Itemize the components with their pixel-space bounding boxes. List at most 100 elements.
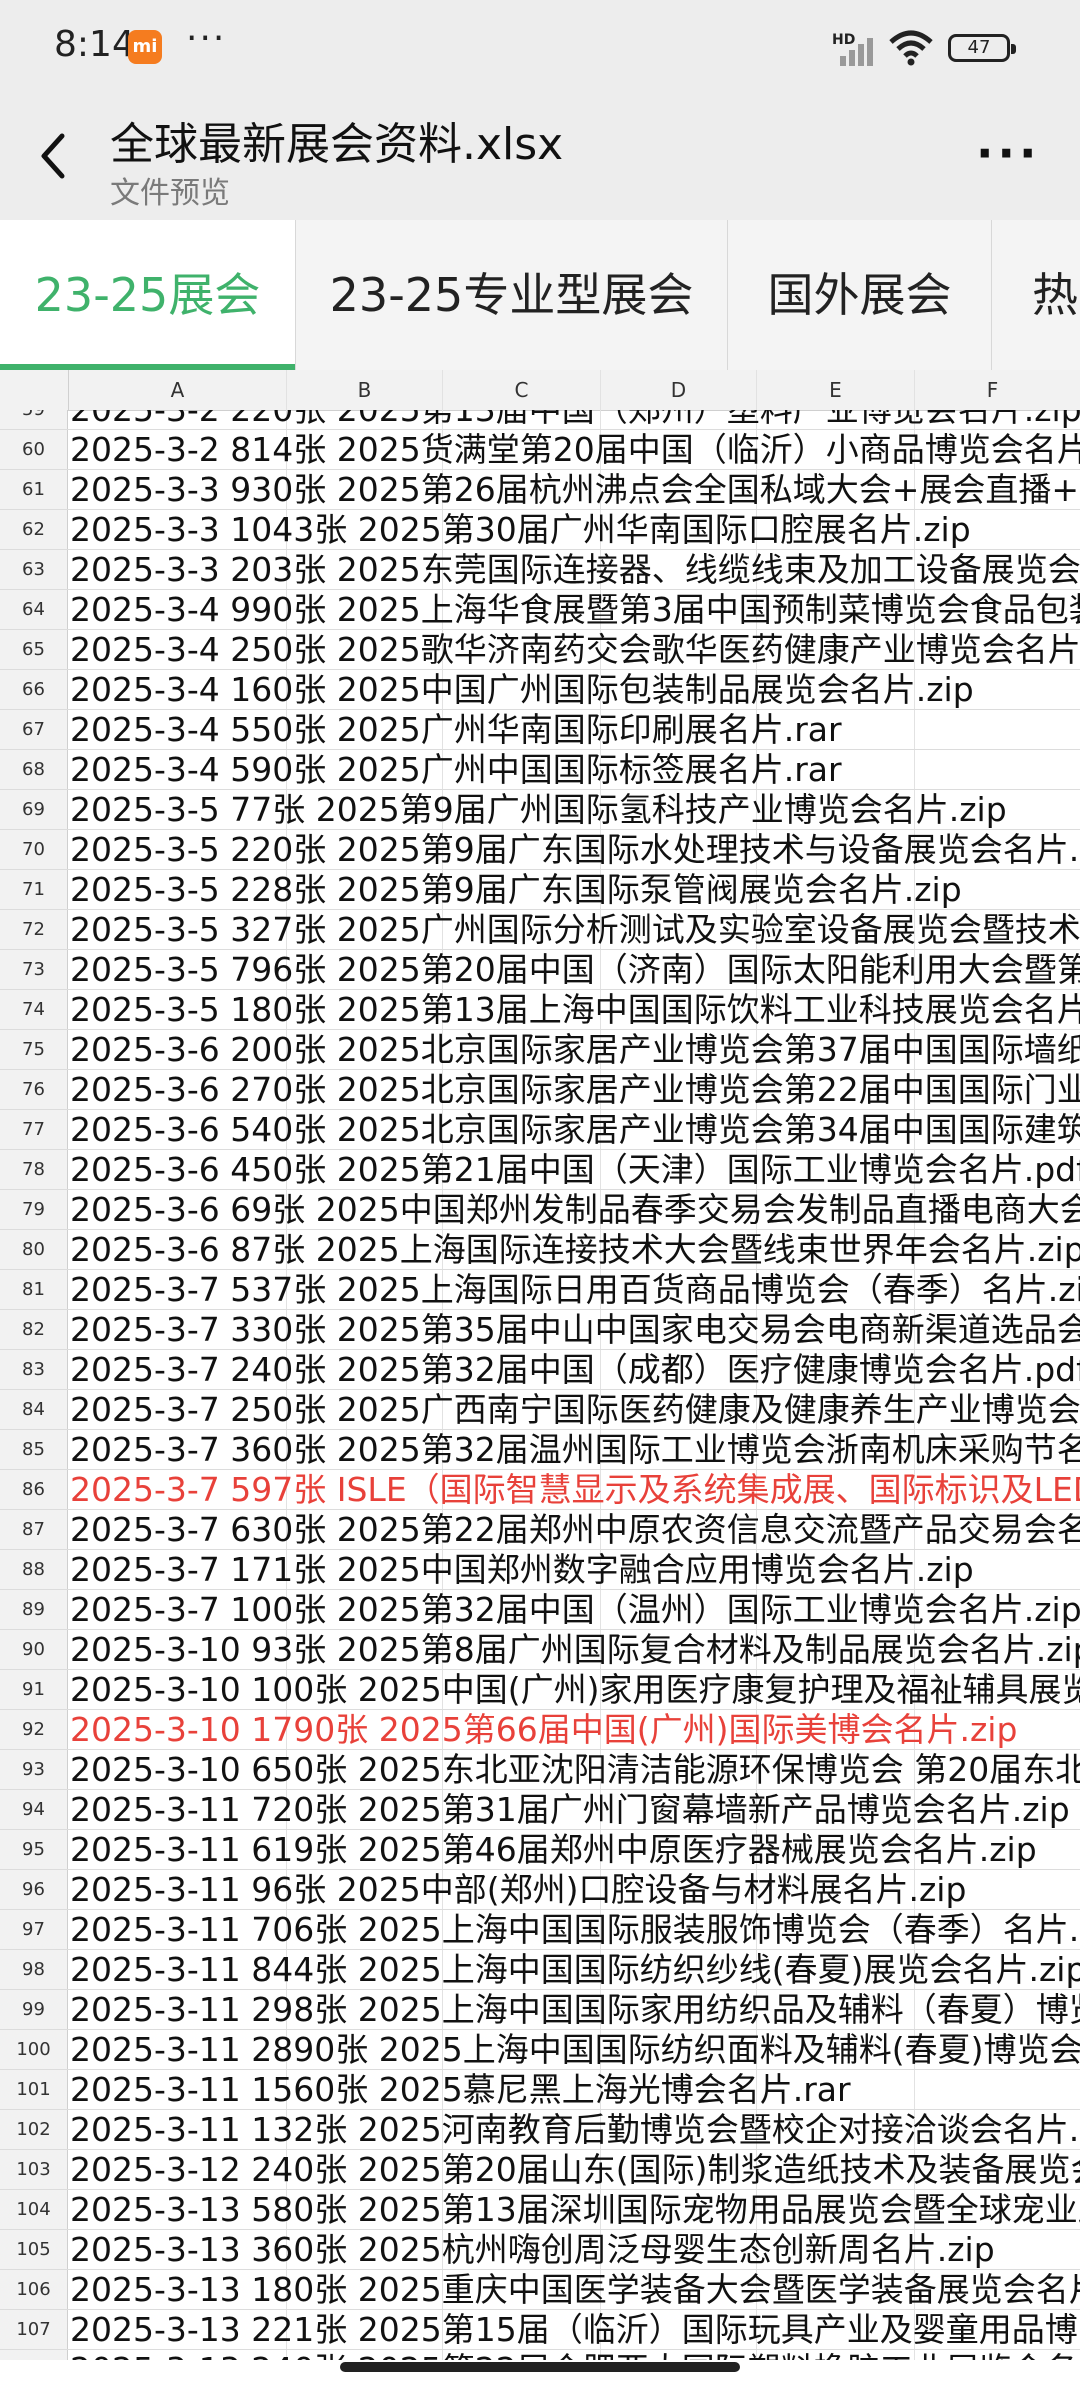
table-row[interactable]: 62 2025-3-3 1043张 2025第30届广州华南国际口腔展名片.zip <box>0 510 1080 550</box>
table-row[interactable]: 68 2025-3-4 590张 2025广州中国国际标签展名片.rar <box>0 750 1080 790</box>
cell-a[interactable]: 2025-3-5 180张 2025第13届上海中国国际饮料工业科技展览会名片.… <box>70 990 1080 1030</box>
cell-a[interactable]: 2025-3-6 270张 2025北京国际家居产业博览会第22届中国国际门业暨… <box>70 1070 1080 1110</box>
column-header-e[interactable]: E <box>756 370 914 410</box>
table-row[interactable]: 64 2025-3-4 990张 2025上海华食展暨第3届中国预制菜博览会食品包… <box>0 590 1080 630</box>
table-row[interactable]: 75 2025-3-6 200张 2025北京国际家居产业博览会第37届中国国际墙… <box>0 1030 1080 1070</box>
cell-a[interactable]: 2025-3-7 330张 2025第35届中山中国家电交易会电商新渠道选品会名… <box>70 1310 1080 1350</box>
cell-a[interactable]: 2025-3-2 814张 2025货满堂第20届中国（临沂）小商品博览会名片.… <box>70 430 1080 470</box>
cell-a[interactable]: 2025-3-11 706张 2025上海中国国际服装服饰博览会（春季）名片.z… <box>70 1910 1080 1950</box>
cell-a[interactable]: 2025-3-3 203张 2025东莞国际连接器、线缆线束及加工设备展览会名片 <box>70 550 1080 590</box>
tab-hot[interactable]: 热 <box>992 220 1080 370</box>
cell-a[interactable]: 2025-3-13 221张 2025第15届（临沂）国际玩具产业及婴童用品博览… <box>70 2310 1080 2350</box>
cell-a[interactable]: 2025-3-5 327张 2025广州国际分析测试及实验室设备展览会暨技术研讨 <box>70 910 1080 950</box>
row-number[interactable]: 77 <box>0 1110 68 1149</box>
row-number[interactable]: 101 <box>0 2070 68 2109</box>
table-row[interactable]: 105 2025-3-13 360张 2025杭州嗨创周泛母婴生态创新周名片.zi… <box>0 2230 1080 2270</box>
more-options-button[interactable]: ··· <box>976 126 1040 180</box>
cell-a[interactable]: 2025-3-11 298张 2025上海中国国际家用纺织品及辅料（春夏）博览会… <box>70 1990 1080 2030</box>
row-number[interactable]: 82 <box>0 1310 68 1349</box>
row-number[interactable]: 85 <box>0 1430 68 1469</box>
cell-a[interactable]: 2025-3-13 180张 2025重庆中国医学装备大会暨医学装备展览会名片.… <box>70 2270 1080 2310</box>
row-number[interactable]: 68 <box>0 750 68 789</box>
cell-a[interactable]: 2025-3-13 580张 2025第13届深圳国际宠物用品展览会暨全球宠业跨… <box>70 2190 1080 2230</box>
cell-a[interactable]: 2025-3-4 550张 2025广州华南国际印刷展名片.rar <box>70 710 842 750</box>
tab-23-25-professional[interactable]: 23-25专业型展会 <box>296 220 728 370</box>
table-row[interactable]: 82 2025-3-7 330张 2025第35届中山中国家电交易会电商新渠道选品… <box>0 1310 1080 1350</box>
cell-a[interactable]: 2025-3-6 200张 2025北京国际家居产业博览会第37届中国国际墙纸墙… <box>70 1030 1080 1070</box>
cell-a[interactable]: 2025-3-13 240张 2025第22届合肥亚太国际塑料橡胶工业展览会名片… <box>70 2350 1080 2360</box>
row-number[interactable]: 61 <box>0 470 68 509</box>
table-row[interactable]: 91 2025-3-10 100张 2025中国(广州)家用医疗康复护理及福祉辅具… <box>0 1670 1080 1710</box>
cell-a[interactable]: 2025-3-7 100张 2025第32届中国（温州）国际工业博览会名片.zi… <box>70 1590 1080 1630</box>
cell-a[interactable]: 2025-3-11 1560张 2025慕尼黑上海光博会名片.rar <box>70 2070 851 2110</box>
table-row[interactable]: 74 2025-3-5 180张 2025第13届上海中国国际饮料工业科技展览会名… <box>0 990 1080 1030</box>
row-number[interactable]: 78 <box>0 1150 68 1189</box>
row-number[interactable]: 66 <box>0 670 68 709</box>
table-row[interactable]: 66 2025-3-4 160张 2025中国广州国际包装制品展览会名片.zip <box>0 670 1080 710</box>
table-row[interactable]: 98 2025-3-11 844张 2025上海中国国际纺织纱线(春夏)展览会名片… <box>0 1950 1080 1990</box>
table-row[interactable]: 73 2025-3-5 796张 2025第20届中国（济南）国际太阳能利用大会暨… <box>0 950 1080 990</box>
table-row[interactable]: 85 2025-3-7 360张 2025第32届温州国际工业博览会浙南机床采购节… <box>0 1430 1080 1470</box>
row-number[interactable]: 108 <box>0 2350 68 2360</box>
cell-a[interactable]: 2025-3-11 132张 2025河南教育后勤博览会暨校企对接洽谈会名片.z… <box>70 2110 1080 2150</box>
row-number[interactable]: 95 <box>0 1830 68 1869</box>
home-indicator[interactable] <box>340 2362 740 2372</box>
back-arrow-icon[interactable] <box>30 126 80 186</box>
row-number[interactable]: 84 <box>0 1390 68 1429</box>
row-number[interactable]: 94 <box>0 1790 68 1829</box>
cell-a[interactable]: 2025-3-10 1790张 2025第66届中国(广州)国际美博会名片.zi… <box>70 1710 1017 1750</box>
row-number[interactable]: 86 <box>0 1470 68 1509</box>
row-number[interactable]: 75 <box>0 1030 68 1069</box>
row-number[interactable]: 69 <box>0 790 68 829</box>
row-number[interactable]: 70 <box>0 830 68 869</box>
row-number[interactable]: 71 <box>0 870 68 909</box>
table-row[interactable]: 61 2025-3-3 930张 2025第26届杭州沸点会全国私域大会+展会直播… <box>0 470 1080 510</box>
column-header-c[interactable]: C <box>442 370 600 410</box>
table-row[interactable]: 104 2025-3-13 580张 2025第13届深圳国际宠物用品展览会暨全球… <box>0 2190 1080 2230</box>
table-row[interactable]: 60 2025-3-2 814张 2025货满堂第20届中国（临沂）小商品博览会名… <box>0 430 1080 470</box>
table-row[interactable]: 69 2025-3-5 77张 2025第9届广州国际氢科技产业博览会名片.zip <box>0 790 1080 830</box>
table-row[interactable]: 97 2025-3-11 706张 2025上海中国国际服装服饰博览会（春季）名片… <box>0 1910 1080 1950</box>
cell-a[interactable]: 2025-3-7 630张 2025第22届郑州中原农资信息交流暨产品交易会名片… <box>70 1510 1080 1550</box>
row-number[interactable]: 104 <box>0 2190 68 2229</box>
row-number[interactable]: 107 <box>0 2310 68 2349</box>
row-number[interactable]: 74 <box>0 990 68 1029</box>
cell-a[interactable]: 2025-3-6 540张 2025北京国际家居产业博览会第34届中国国际建筑装… <box>70 1110 1080 1150</box>
table-row[interactable]: 95 2025-3-11 619张 2025第46届郑州中原医疗器械展览会名片.z… <box>0 1830 1080 1870</box>
table-row[interactable]: 94 2025-3-11 720张 2025第31届广州门窗幕墙新产品博览会名片.… <box>0 1790 1080 1830</box>
cell-a[interactable]: 2025-3-4 250张 2025歌华济南药交会歌华医药健康产业博览会名片.z… <box>70 630 1080 670</box>
cell-a[interactable]: 2025-3-7 597张 ISLE（国际智慧显示及系统集成展、国际标识及LED… <box>70 1470 1080 1510</box>
table-row[interactable]: 96 2025-3-11 96张 2025中部(郑州)口腔设备与材料展名片.zip <box>0 1870 1080 1910</box>
table-row[interactable]: 86 2025-3-7 597张 ISLE（国际智慧显示及系统集成展、国际标识及L… <box>0 1470 1080 1510</box>
cell-a[interactable]: 2025-3-13 360张 2025杭州嗨创周泛母婴生态创新周名片.zip <box>70 2230 995 2270</box>
cell-a[interactable]: 2025-3-6 87张 2025上海国际连接技术大会暨线束世界年会名片.zip <box>70 1230 1080 1270</box>
table-row[interactable]: 78 2025-3-6 450张 2025第21届中国（天津）国际工业博览会名片.… <box>0 1150 1080 1190</box>
table-row[interactable]: 70 2025-3-5 220张 2025第9届广东国际水处理技术与设备展览会名片… <box>0 830 1080 870</box>
cell-a[interactable]: 2025-3-10 650张 2025东北亚沈阳清洁能源环保博览会 第20届东北… <box>70 1750 1080 1790</box>
row-number[interactable]: 81 <box>0 1270 68 1309</box>
row-number[interactable]: 99 <box>0 1990 68 2029</box>
cell-a[interactable]: 2025-3-11 96张 2025中部(郑州)口腔设备与材料展名片.zip <box>70 1870 966 1910</box>
row-number[interactable]: 64 <box>0 590 68 629</box>
cell-a[interactable]: 2025-3-3 1043张 2025第30届广州华南国际口腔展名片.zip <box>70 510 971 550</box>
cell-a[interactable]: 2025-3-11 844张 2025上海中国国际纺织纱线(春夏)展览会名片.z… <box>70 1950 1080 1990</box>
cell-a[interactable]: 2025-3-4 990张 2025上海华食展暨第3届中国预制菜博览会食品包装设 <box>70 590 1080 630</box>
row-number[interactable]: 90 <box>0 1630 68 1669</box>
cell-a[interactable]: 2025-3-12 240张 2025第20届山东(国际)制浆造纸技术及装备展览… <box>70 2150 1080 2190</box>
row-number[interactable]: 62 <box>0 510 68 549</box>
table-row[interactable]: 93 2025-3-10 650张 2025东北亚沈阳清洁能源环保博览会 第20届… <box>0 1750 1080 1790</box>
row-number[interactable]: 63 <box>0 550 68 589</box>
row-number[interactable]: 89 <box>0 1590 68 1629</box>
table-row[interactable]: 76 2025-3-6 270张 2025北京国际家居产业博览会第22届中国国际门… <box>0 1070 1080 1110</box>
row-number[interactable]: 72 <box>0 910 68 949</box>
row-number[interactable]: 106 <box>0 2270 68 2309</box>
table-row[interactable]: 100 2025-3-11 2890张 2025上海中国国际纺织面料及辅料(春夏)… <box>0 2030 1080 2070</box>
column-header-a[interactable]: A <box>68 370 286 410</box>
cell-a[interactable]: 2025-3-10 93张 2025第8届广州国际复合材料及制品展览会名片.zi… <box>70 1630 1080 1670</box>
cell-a[interactable]: 2025-3-4 160张 2025中国广州国际包装制品展览会名片.zip <box>70 670 974 710</box>
row-number[interactable]: 79 <box>0 1190 68 1229</box>
cell-a[interactable]: 2025-3-7 171张 2025中国郑州数字融合应用博览会名片.zip <box>70 1550 974 1590</box>
row-number[interactable]: 98 <box>0 1950 68 1989</box>
table-row[interactable]: 88 2025-3-7 171张 2025中国郑州数字融合应用博览会名片.zip <box>0 1550 1080 1590</box>
table-row[interactable]: 77 2025-3-6 540张 2025北京国际家居产业博览会第34届中国国际建… <box>0 1110 1080 1150</box>
